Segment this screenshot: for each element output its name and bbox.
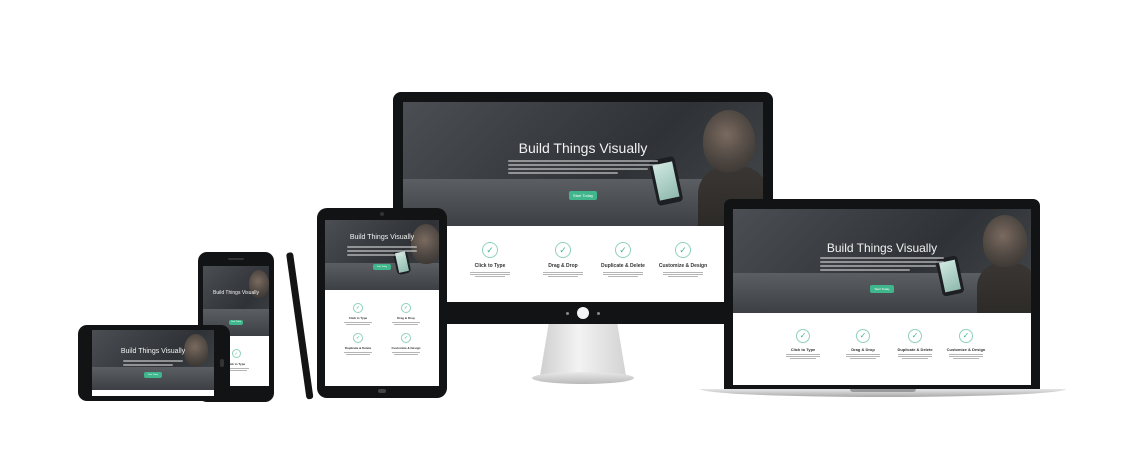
- hero-title: Build Things Visually: [120, 348, 186, 355]
- check-circle-icon: ✓: [555, 242, 571, 258]
- start-today-button[interactable]: Start Today: [870, 285, 894, 293]
- hero-title: Build Things Visually: [213, 290, 259, 296]
- check-circle-icon: ✓: [908, 329, 922, 343]
- check-circle-icon: ✓: [796, 329, 810, 343]
- start-today-button[interactable]: Start Today: [144, 372, 162, 378]
- feature-item: ✓ Customize & Design: [648, 240, 718, 277]
- feature-title: Drag & Drop: [851, 347, 875, 352]
- phone-landscape: Build Things Visually Start Today: [78, 325, 230, 401]
- feature-title: Duplicate & Delete: [344, 346, 372, 350]
- feature-title: Drag & Drop: [397, 316, 415, 320]
- laptop: Build Things Visually Start Today ✓ Clic…: [724, 199, 1040, 389]
- check-circle-icon: ✓: [482, 242, 498, 258]
- slider-dot-left[interactable]: [566, 312, 569, 315]
- hero-section: Build Things Visually Start Today: [403, 102, 763, 226]
- check-circle-icon: ✓: [675, 242, 691, 258]
- laptop-notch: [850, 389, 916, 392]
- hero-title: Build Things Visually: [349, 234, 415, 241]
- desktop-screen: Build Things Visually Start Today ✓ Clic…: [403, 102, 763, 302]
- phone-home-button[interactable]: [220, 359, 224, 367]
- check-circle-icon: ✓: [353, 303, 363, 313]
- feature-item: ✓ Click to Type: [335, 296, 381, 325]
- monitor-base: [532, 372, 634, 384]
- check-circle-icon: ✓: [856, 329, 870, 343]
- feature-title: Click to Type: [348, 316, 368, 320]
- feature-item: ✓ Duplicate & Delete: [335, 326, 381, 355]
- slider-dot-right[interactable]: [597, 312, 600, 315]
- hero-section: Build Things Visually Start Today: [92, 330, 214, 390]
- phone-speaker: [228, 258, 244, 260]
- check-circle-icon: ✓: [401, 303, 411, 313]
- check-circle-icon: ✓: [353, 333, 363, 343]
- hero-section: Build Things Visually Start Today: [325, 220, 439, 290]
- hero-subtitle: [508, 160, 658, 174]
- desktop-monitor: Build Things Visually Start Today ✓ Clic…: [393, 92, 773, 324]
- tablet-home-button[interactable]: [378, 389, 386, 393]
- tablet: Build Things Visually Start Today ✓ Clic…: [317, 208, 447, 398]
- hero-title: Build Things Visually: [518, 140, 648, 156]
- feature-item: ✓ Drag & Drop: [833, 325, 893, 359]
- feature-title: Customize & Design: [946, 347, 986, 352]
- camera-button: [577, 307, 589, 319]
- check-circle-icon: ✓: [401, 333, 411, 343]
- feature-item: ✓ Customize & Design: [383, 326, 429, 355]
- hero-title: Build Things Visually: [826, 241, 938, 255]
- check-circle-icon: ✓: [231, 349, 241, 358]
- feature-title: Click to Type: [474, 263, 506, 269]
- hero-subtitle: [820, 257, 944, 271]
- laptop-screen: Build Things Visually Start Today ✓ Clic…: [733, 209, 1031, 385]
- monitor-stand: [540, 324, 626, 376]
- check-circle-icon: ✓: [959, 329, 973, 343]
- check-circle-icon: ✓: [615, 242, 631, 258]
- hero-section: Build Things Visually Start Today: [733, 209, 1031, 313]
- feature-item: ✓ Click to Type: [455, 240, 525, 277]
- feature-title: Click to Type: [790, 347, 816, 352]
- feature-item: ✓ Click to Type: [773, 325, 833, 359]
- start-today-button[interactable]: Start Today: [229, 320, 243, 325]
- feature-item: ✓ Drag & Drop: [383, 296, 429, 325]
- tablet-side-view: [286, 252, 314, 400]
- tablet-screen: Build Things Visually Start Today ✓ Clic…: [325, 220, 439, 386]
- feature-title: Customize & Design: [391, 346, 421, 350]
- start-today-button[interactable]: Start Today: [373, 264, 391, 270]
- feature-item: ✓ Customize & Design: [936, 325, 996, 359]
- start-today-button[interactable]: Start Today: [569, 191, 597, 200]
- hero-subtitle: [123, 360, 183, 366]
- hero-subtitle: [347, 246, 417, 256]
- phone-landscape-screen: Build Things Visually Start Today: [92, 330, 214, 396]
- feature-title: Customize & Design: [658, 263, 708, 269]
- tablet-camera: [380, 212, 384, 216]
